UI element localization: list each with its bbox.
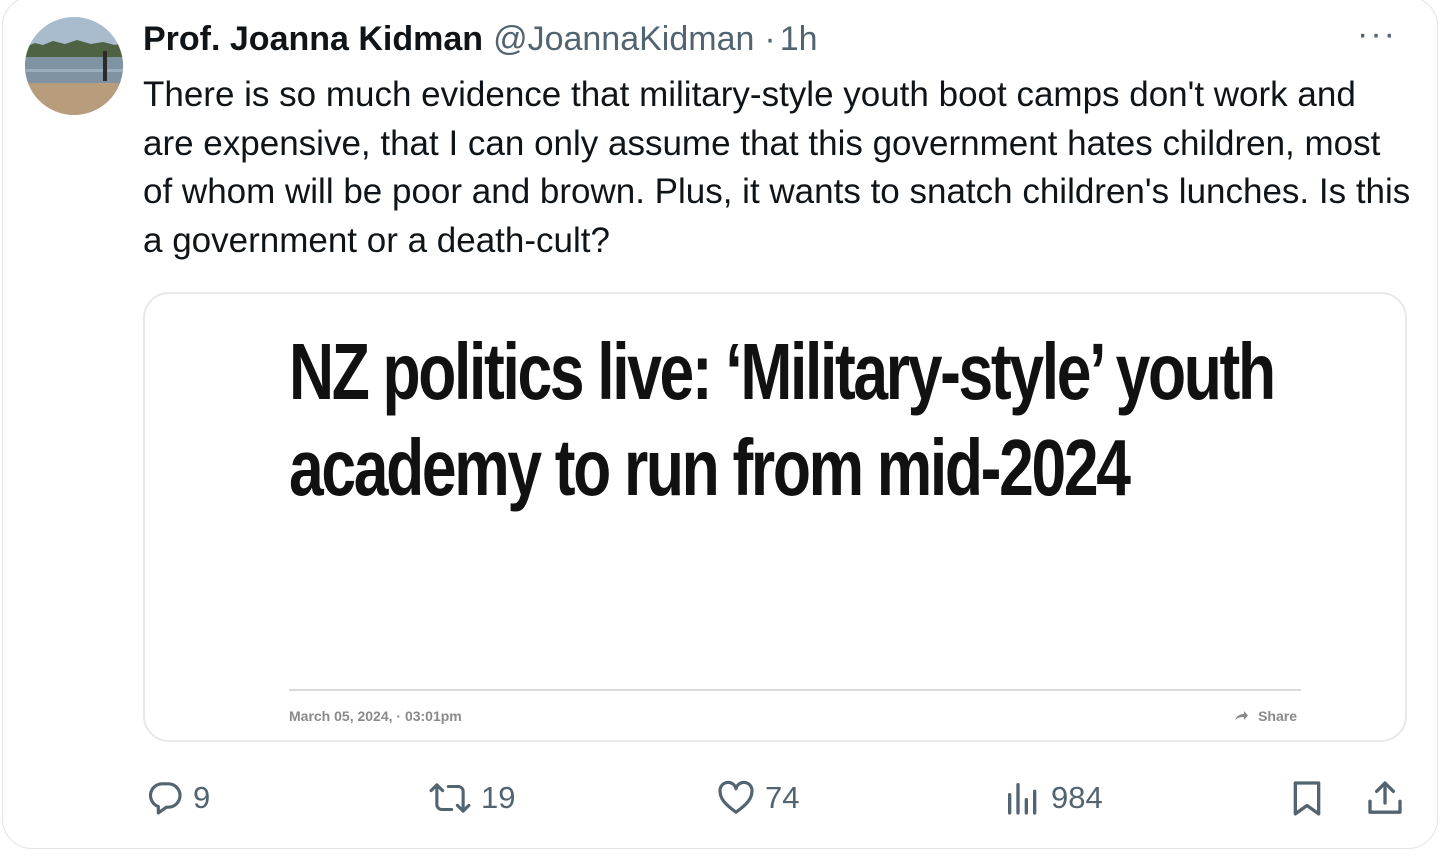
tweet-header: Prof. Joanna Kidman @JoannaKidman · 1h xyxy=(143,17,818,61)
author-handle[interactable]: @JoannaKidman xyxy=(493,17,754,61)
tweet-timestamp[interactable]: 1h xyxy=(780,17,818,61)
views-count: 984 xyxy=(1051,780,1103,815)
retweet-icon xyxy=(427,778,473,818)
reply-button[interactable]: 9 xyxy=(145,773,210,823)
avatar[interactable] xyxy=(25,17,123,115)
bookmark-button[interactable] xyxy=(1287,773,1327,823)
views-button[interactable]: 984 xyxy=(1003,773,1103,823)
card-date: March 05, 2024, · 03:01pm xyxy=(289,708,462,724)
reply-count: 9 xyxy=(193,780,211,815)
tweet-card[interactable]: Prof. Joanna Kidman @JoannaKidman · 1h ·… xyxy=(2,0,1438,849)
share-button[interactable] xyxy=(1365,773,1405,823)
share-upload-icon xyxy=(1365,777,1405,819)
retweet-button[interactable]: 19 xyxy=(427,773,515,823)
card-divider xyxy=(289,689,1301,691)
card-headline: NZ politics live: ‘Military-style’ youth… xyxy=(289,327,1276,512)
views-chart-icon xyxy=(1003,778,1043,818)
like-count: 74 xyxy=(765,780,800,815)
share-arrow-icon xyxy=(1234,708,1249,724)
avatar-landscape-image xyxy=(25,17,123,115)
retweet-count: 19 xyxy=(481,780,516,815)
card-share-button[interactable]: Share xyxy=(1234,708,1297,724)
reply-icon xyxy=(145,778,185,818)
link-preview-card[interactable]: NZ politics live: ‘Military-style’ youth… xyxy=(143,292,1407,742)
more-options-icon[interactable]: ··· xyxy=(1357,17,1397,51)
tweet-text: There is so much evidence that military-… xyxy=(143,75,1411,260)
author-name[interactable]: Prof. Joanna Kidman xyxy=(143,17,483,61)
tweet-actions-bar: 9 19 74 984 xyxy=(143,773,1409,823)
card-share-label: Share xyxy=(1258,708,1297,724)
heart-icon xyxy=(715,778,757,818)
header-separator: · xyxy=(764,20,776,58)
like-button[interactable]: 74 xyxy=(715,773,799,823)
bookmark-icon xyxy=(1287,777,1327,819)
